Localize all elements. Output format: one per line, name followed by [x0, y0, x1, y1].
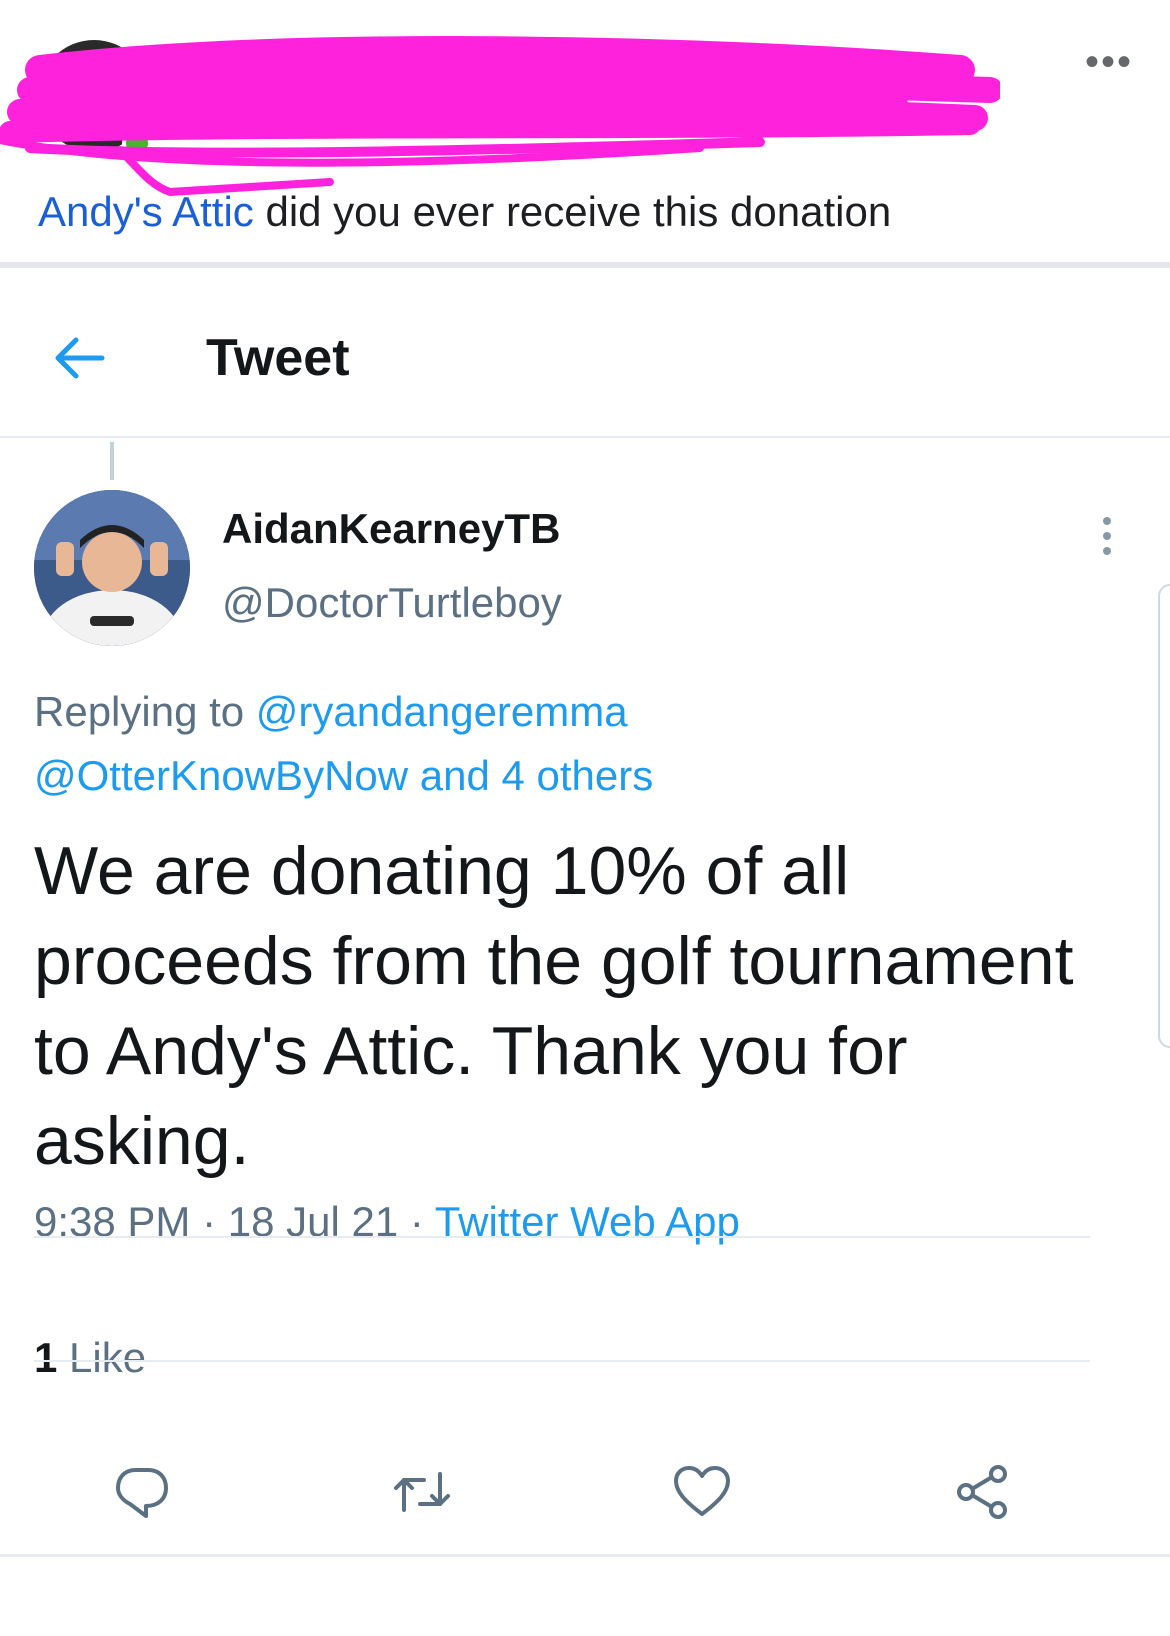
comment-body: did you ever receive this donation: [253, 188, 892, 235]
reply-mention-2[interactable]: @OtterKnowByNow: [34, 752, 408, 799]
avatar-photo: [34, 490, 190, 646]
post-options-icon[interactable]: •••: [1085, 42, 1133, 82]
tweet-text: We are donating 10% of all proceeds from…: [34, 833, 1074, 1179]
user-handle[interactable]: @DoctorTurtleboy: [222, 578, 562, 628]
meta-divider: [34, 1236, 1090, 1238]
comment-text: Andy's Attic did you ever receive this d…: [38, 186, 891, 238]
replying-to: Replying to @ryandangeremma @OtterKnowByN…: [34, 680, 1094, 808]
section-divider: [0, 262, 1170, 268]
reply-mention-1[interactable]: @ryandangeremma: [256, 688, 628, 735]
tweet-header: Tweet: [0, 278, 1170, 438]
page-title: Tweet: [206, 329, 350, 387]
more-vertical-icon[interactable]: [1102, 516, 1112, 556]
like-icon[interactable]: [672, 1462, 732, 1522]
footer-divider: [0, 1554, 1170, 1557]
retweet-icon[interactable]: [392, 1462, 452, 1522]
like-count-label: Like: [57, 1334, 147, 1381]
replying-prefix: Replying to: [34, 688, 256, 735]
tweet-meta: 9:38 PM · 18 Jul 21 · Twitter Web App: [34, 1196, 740, 1248]
reply-icon[interactable]: [112, 1462, 172, 1522]
arrow-left-icon[interactable]: [52, 334, 108, 382]
like-count-number: 1: [34, 1334, 58, 1381]
thread-connector: [110, 442, 114, 480]
likes-divider: [34, 1360, 1090, 1362]
share-icon[interactable]: [952, 1462, 1012, 1522]
scrollbar-edge[interactable]: [1158, 584, 1170, 1048]
facebook-post: ••• Andy's Attic did you ever receive th…: [0, 0, 1170, 272]
header-divider: [0, 436, 1170, 438]
avatar[interactable]: [34, 490, 190, 646]
display-name[interactable]: AidanKearneyTB: [222, 504, 560, 554]
mention-link[interactable]: Andy's Attic: [38, 188, 254, 235]
likes-count[interactable]: 1 Like: [34, 1332, 146, 1384]
reply-others-link[interactable]: and 4 others: [408, 752, 654, 799]
